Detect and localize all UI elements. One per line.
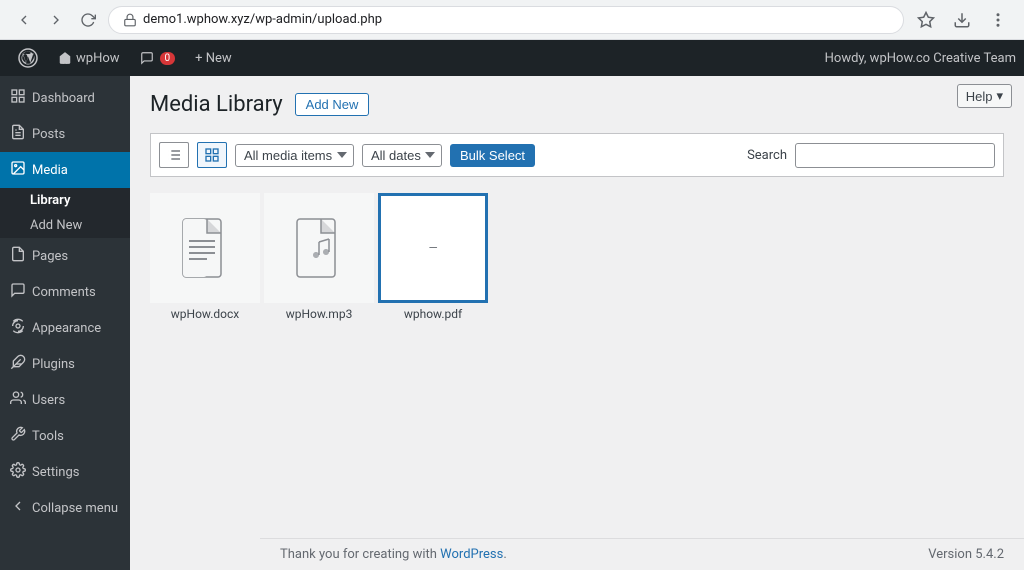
- pages-icon: [10, 246, 26, 266]
- media-filename-mp3: wpHow.mp3: [264, 307, 374, 321]
- comments-label: Comments: [32, 285, 96, 300]
- sidebar-item-appearance[interactable]: Appearance: [0, 310, 130, 346]
- admin-bar-new[interactable]: + New: [185, 40, 242, 76]
- footer-thank-you: Thank you for creating with WordPress.: [280, 547, 507, 562]
- settings-icon: [10, 462, 26, 482]
- wp-footer: Thank you for creating with WordPress. V…: [260, 538, 1024, 570]
- mp3-icon: [293, 217, 345, 279]
- pages-label: Pages: [32, 249, 68, 264]
- howdy-text: Howdy, wpHow.co Creative Team: [825, 51, 1016, 66]
- site-name-label: wpHow: [76, 51, 120, 66]
- refresh-button[interactable]: [76, 8, 100, 32]
- plugins-icon: [10, 354, 26, 374]
- forward-button[interactable]: [44, 8, 68, 32]
- wp-logo-item[interactable]: [8, 40, 48, 76]
- grid-view-icon: [204, 147, 220, 163]
- appearance-icon: [10, 318, 26, 338]
- new-label: + New: [195, 51, 232, 66]
- users-icon: [10, 390, 26, 410]
- media-item-pdf[interactable]: — wphow.pdf: [378, 193, 488, 321]
- media-thumb-pdf: —: [378, 193, 488, 303]
- sidebar-item-posts[interactable]: Posts: [0, 116, 130, 152]
- sidebar-item-dashboard[interactable]: Dashboard: [0, 80, 130, 116]
- media-filename-docx: wpHow.docx: [150, 307, 260, 321]
- menu-button[interactable]: [984, 6, 1012, 34]
- media-thumb-mp3: [264, 193, 374, 303]
- browser-chrome: demo1.wphow.xyz/wp-admin/upload.php: [0, 0, 1024, 40]
- content-scroll: Media Library Add New Help ▾ All media i…: [130, 76, 1024, 570]
- admin-bar-comments[interactable]: 0: [130, 40, 186, 76]
- content-area: Media Library Add New Help ▾ All media i…: [130, 76, 1024, 570]
- sidebar-item-users[interactable]: Users: [0, 382, 130, 418]
- sidebar-item-comments[interactable]: Comments: [0, 274, 130, 310]
- back-button[interactable]: [12, 8, 36, 32]
- sidebar-media-section: Media Library Add New: [0, 152, 130, 238]
- media-label: Media: [32, 163, 68, 178]
- list-view-icon: [166, 147, 182, 163]
- star-button[interactable]: [912, 6, 940, 34]
- footer-version: Version 5.4.2: [928, 547, 1004, 562]
- page-title: Media Library: [150, 92, 283, 117]
- comment-icon: [140, 51, 154, 65]
- comments-icon: [10, 282, 26, 302]
- settings-label: Settings: [32, 465, 79, 480]
- media-filename-pdf: wphow.pdf: [378, 307, 488, 321]
- notification-badge: 0: [160, 52, 176, 65]
- list-view-button[interactable]: [159, 142, 189, 168]
- tools-icon: [10, 426, 26, 446]
- help-arrow-icon: ▾: [996, 88, 1003, 104]
- page-header: Media Library Add New Help ▾: [150, 92, 1004, 117]
- media-item-docx[interactable]: wpHow.docx: [150, 193, 260, 321]
- tools-label: Tools: [32, 429, 64, 444]
- docx-icon: [179, 217, 231, 279]
- sidebar-item-media[interactable]: Media: [0, 152, 130, 188]
- sidebar-item-settings[interactable]: Settings: [0, 454, 130, 490]
- sidebar-sub-item-library[interactable]: Library: [0, 188, 130, 213]
- wp-admin-bar: wpHow 0 + New Howdy, wpHow.co Creative T…: [0, 40, 1024, 76]
- browser-actions: [912, 6, 1012, 34]
- wp-wrapper: Dashboard Posts Media Library Add New: [0, 76, 1024, 570]
- sidebar-item-tools[interactable]: Tools: [0, 418, 130, 454]
- media-type-filter[interactable]: All media items: [235, 144, 354, 167]
- sidebar: Dashboard Posts Media Library Add New: [0, 76, 130, 570]
- posts-label: Posts: [32, 127, 65, 142]
- collapse-icon: [10, 498, 26, 518]
- sidebar-item-plugins[interactable]: Plugins: [0, 346, 130, 382]
- download-button[interactable]: [948, 6, 976, 34]
- date-filter[interactable]: All dates: [362, 144, 442, 167]
- lock-icon: [123, 13, 137, 27]
- sidebar-sub-item-addnew[interactable]: Add New: [0, 213, 130, 238]
- media-thumb-docx: [150, 193, 260, 303]
- url-bar[interactable]: demo1.wphow.xyz/wp-admin/upload.php: [108, 6, 904, 34]
- media-grid: wpHow.docx: [150, 193, 1004, 321]
- admin-bar-home[interactable]: wpHow: [48, 40, 130, 76]
- media-icon: [10, 160, 26, 180]
- grid-view-button[interactable]: [197, 142, 227, 168]
- collapse-label: Collapse menu: [32, 501, 118, 516]
- media-toolbar: All media items All dates Bulk Select Se…: [150, 133, 1004, 177]
- admin-bar-right: Howdy, wpHow.co Creative Team: [825, 51, 1016, 66]
- url-text: demo1.wphow.xyz/wp-admin/upload.php: [143, 12, 889, 27]
- dashboard-label: Dashboard: [32, 91, 95, 106]
- wp-logo-icon: [18, 48, 38, 68]
- wordpress-link[interactable]: WordPress: [440, 547, 503, 562]
- plugins-label: Plugins: [32, 357, 75, 372]
- home-icon: [58, 51, 72, 65]
- sidebar-item-pages[interactable]: Pages: [0, 238, 130, 274]
- pdf-icon: —: [381, 196, 485, 300]
- dashboard-icon: [10, 88, 26, 108]
- bulk-select-button[interactable]: Bulk Select: [450, 144, 535, 167]
- appearance-label: Appearance: [32, 321, 101, 336]
- help-button[interactable]: Help ▾: [957, 84, 1012, 108]
- users-label: Users: [32, 393, 65, 408]
- search-input[interactable]: [795, 143, 995, 168]
- sidebar-item-collapse[interactable]: Collapse menu: [0, 490, 130, 526]
- media-item-mp3[interactable]: wpHow.mp3: [264, 193, 374, 321]
- posts-icon: [10, 124, 26, 144]
- search-label: Search: [747, 148, 787, 163]
- add-new-button[interactable]: Add New: [295, 93, 370, 116]
